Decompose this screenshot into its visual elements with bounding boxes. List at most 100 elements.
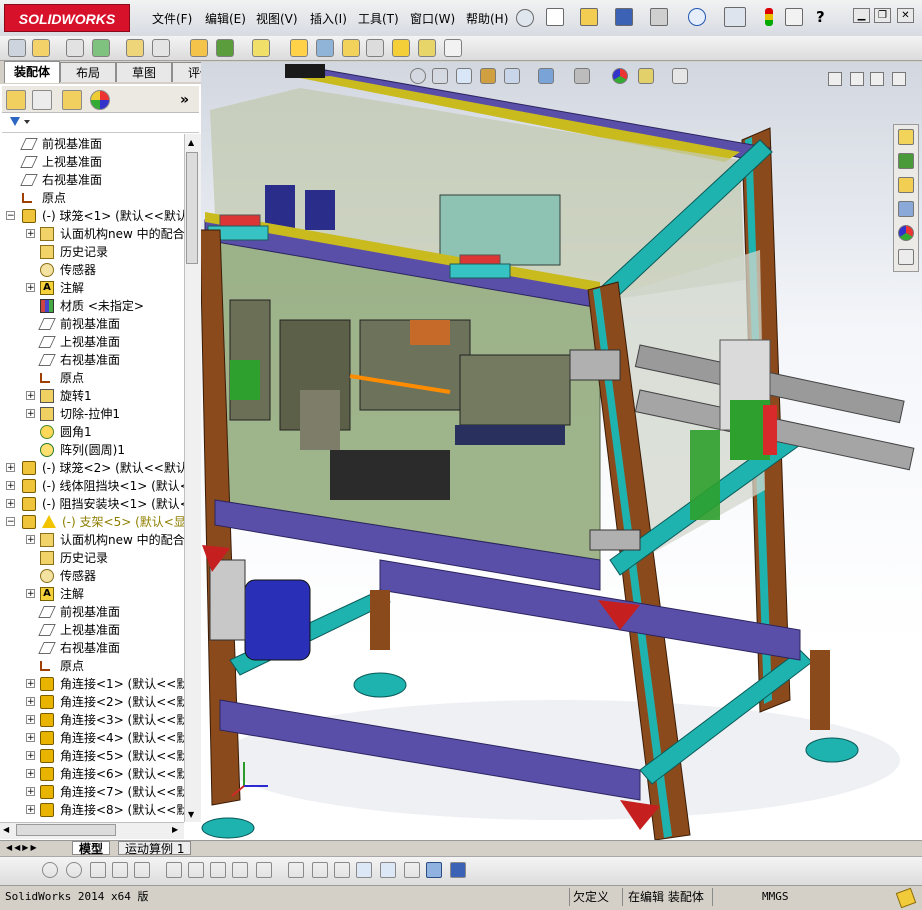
menu-tools[interactable]: 工具(T)	[358, 10, 399, 27]
filter-dropdown-icon[interactable]	[24, 120, 30, 124]
expand-icon[interactable]: +	[26, 535, 35, 545]
expand-icon[interactable]: +	[26, 787, 35, 797]
tree-item[interactable]: + 角连接<7> (默认<<默认	[0, 783, 184, 801]
scroll-down-icon[interactable]: ▼	[188, 810, 194, 819]
expand-icon[interactable]: +	[26, 715, 35, 725]
view-settings-icon[interactable]	[672, 68, 688, 84]
expand-icon[interactable]: +	[26, 229, 35, 239]
bill-of-materials-icon[interactable]	[316, 39, 334, 57]
tree-item[interactable]: 右视基准面	[0, 351, 184, 369]
zoom-to-fit-icon[interactable]	[410, 68, 426, 84]
viewport-close-icon[interactable]	[892, 72, 906, 86]
expand-icon[interactable]: +	[26, 409, 35, 419]
tab-motion-study-1[interactable]: 运动算例 1	[118, 841, 192, 856]
trim-icon[interactable]	[112, 862, 128, 878]
tree-hscroll-thumb[interactable]	[16, 824, 116, 836]
collapse-icon[interactable]: −	[6, 211, 15, 221]
expand-icon[interactable]: +	[26, 733, 35, 743]
tree-item[interactable]: + 角连接<8> (默认<<默认	[0, 801, 184, 819]
tree-item[interactable]: 原点	[0, 369, 184, 387]
zoom-to-area-icon[interactable]	[432, 68, 448, 84]
tree-item[interactable]: 材质 <未指定>	[0, 297, 184, 315]
filter-icon[interactable]	[10, 117, 20, 126]
expand-icon[interactable]: +	[6, 481, 15, 491]
section-view-icon[interactable]	[480, 68, 496, 84]
mate-icon[interactable]	[66, 39, 84, 57]
tree-item[interactable]: 上视基准面	[0, 333, 184, 351]
smart-dimension-icon[interactable]	[288, 862, 304, 878]
3d-box-icon[interactable]	[426, 862, 442, 878]
expand-icon[interactable]: +	[26, 805, 35, 815]
move-component-icon[interactable]	[152, 39, 170, 57]
table-icon[interactable]	[380, 862, 396, 878]
tree-item[interactable]: + 角连接<2> (默认<<默认	[0, 693, 184, 711]
circle-icon[interactable]	[42, 862, 58, 878]
rebuild-icon[interactable]	[765, 8, 773, 26]
tree-item[interactable]: + (-) 线体阻挡块<1> (默认<	[0, 477, 184, 495]
tree-item[interactable]: 传感器	[0, 567, 184, 585]
assembly-xpert-icon[interactable]	[444, 39, 462, 57]
graphics-area[interactable]	[201, 62, 922, 840]
tab-assembly[interactable]: 装配体	[4, 61, 60, 83]
save-as-icon[interactable]	[450, 862, 466, 878]
minimize-icon[interactable]: ▁	[853, 8, 870, 23]
tree-item[interactable]: + A 注解	[0, 279, 184, 297]
menu-window[interactable]: 窗口(W)	[410, 10, 455, 27]
smart-fasteners-icon[interactable]	[126, 39, 144, 57]
display-style-icon[interactable]	[574, 68, 590, 84]
tree-item[interactable]: 前视基准面	[0, 603, 184, 621]
tree-item[interactable]: 历史记录	[0, 243, 184, 261]
tab-layout[interactable]: 布局	[60, 62, 116, 82]
undo-icon[interactable]	[688, 8, 706, 26]
relations-icon[interactable]	[334, 862, 350, 878]
menu-edit[interactable]: 编辑(E)	[205, 10, 246, 27]
custom-properties-icon[interactable]	[898, 249, 914, 265]
appearances-scenes-icon[interactable]	[898, 225, 914, 241]
tree-scroll-thumb[interactable]	[186, 152, 198, 264]
viewport-restore-icon[interactable]	[870, 72, 884, 86]
expand-icon[interactable]: +	[26, 283, 35, 293]
show-hidden-icon[interactable]	[190, 39, 208, 57]
new-document-icon[interactable]	[546, 8, 564, 26]
scroll-right-icon[interactable]: ▶	[172, 825, 178, 834]
spline-icon[interactable]	[256, 862, 272, 878]
tree-item[interactable]: + 旋转1	[0, 387, 184, 405]
reference-geometry-icon[interactable]	[252, 39, 270, 57]
center-arc-icon[interactable]	[66, 862, 82, 878]
save-icon[interactable]	[615, 8, 633, 26]
pushpin-icon[interactable]	[516, 9, 534, 27]
tree-item[interactable]: + 认面机构new 中的配合	[0, 531, 184, 549]
scroll-left-icon[interactable]: ◀	[3, 825, 9, 834]
insert-component-icon[interactable]	[8, 39, 26, 57]
menu-file[interactable]: 文件(F)	[152, 10, 192, 27]
tree-item[interactable]: 传感器	[0, 261, 184, 279]
tree-item[interactable]: 上视基准面	[0, 621, 184, 639]
previous-view-icon[interactable]	[456, 68, 472, 84]
help-icon[interactable]: ?	[816, 8, 834, 26]
tree-item[interactable]: + 角连接<3> (默认<<默认	[0, 711, 184, 729]
tree-item[interactable]: 前视基准面	[0, 135, 184, 153]
tree-item[interactable]: + 认面机构new 中的配合	[0, 225, 184, 243]
construction-line-icon[interactable]	[232, 862, 248, 878]
collapse-icon[interactable]: −	[6, 517, 15, 527]
tree-item[interactable]: 历史记录	[0, 549, 184, 567]
panel-expand-chevron-icon[interactable]: »	[180, 92, 189, 108]
linear-pattern-icon[interactable]	[92, 39, 110, 57]
status-units[interactable]: MMGS	[762, 889, 789, 905]
restore-icon[interactable]: ❐	[874, 8, 891, 23]
tree-item[interactable]: 上视基准面	[0, 153, 184, 171]
menu-view[interactable]: 视图(V)	[256, 10, 298, 27]
options-icon[interactable]	[785, 8, 803, 26]
exploded-view-icon[interactable]	[342, 39, 360, 57]
convert-entities-icon[interactable]	[210, 862, 226, 878]
tree-item[interactable]: + 切除-拉伸1	[0, 405, 184, 423]
tree-item[interactable]: + (-) 球笼<2> (默认<<默认>	[0, 459, 184, 477]
expand-icon[interactable]: +	[26, 589, 35, 599]
tree-item[interactable]: + 角连接<6> (默认<<默认	[0, 765, 184, 783]
tree-item[interactable]: + (-) 阻挡安装块<1> (默认<	[0, 495, 184, 513]
tree-item[interactable]: + A 注解	[0, 585, 184, 603]
expand-icon[interactable]: +	[26, 391, 35, 401]
tab-sketch[interactable]: 草图	[116, 62, 172, 82]
menu-insert[interactable]: 插入(I)	[310, 10, 347, 27]
propertymanager-icon[interactable]	[32, 90, 52, 110]
